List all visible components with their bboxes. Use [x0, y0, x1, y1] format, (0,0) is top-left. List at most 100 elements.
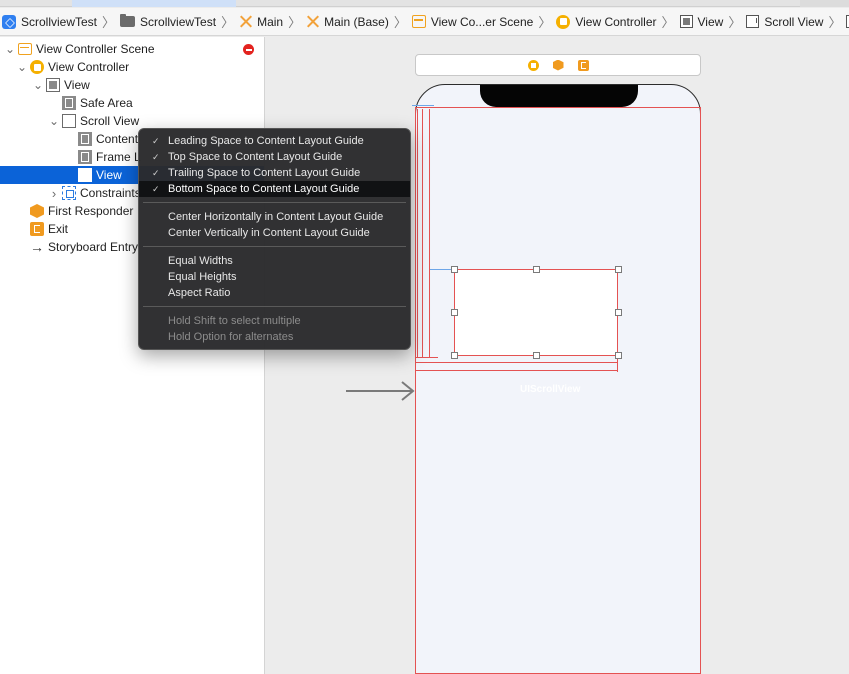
constraint-line — [429, 109, 430, 357]
disclosure-expanded-icon[interactable]: ⌄ — [4, 43, 16, 55]
resize-handle[interactable] — [615, 266, 622, 273]
first-responder-icon — [30, 204, 44, 218]
disclosure-expanded-icon[interactable]: ⌄ — [48, 115, 60, 127]
constraint-line — [417, 109, 418, 357]
resize-handle[interactable] — [451, 309, 458, 316]
outline-row-label: Safe Area — [80, 96, 133, 110]
menu-item-label: Bottom Space to Content Layout Guide — [168, 183, 360, 195]
breadcrumb-item[interactable]: View — [844, 12, 849, 32]
disclosure-expanded-icon[interactable]: ⌄ — [32, 79, 44, 91]
outline-row[interactable]: ⌄ View Controller Scene — [0, 40, 264, 58]
resize-handle[interactable] — [451, 352, 458, 359]
view-icon — [46, 78, 60, 92]
constraint-line — [416, 107, 436, 108]
outline-row-label: Frame L — [96, 150, 141, 164]
breadcrumb-separator: 〉 — [393, 15, 407, 30]
storyboard-entry-arrow-icon[interactable] — [346, 381, 416, 401]
view-icon — [679, 15, 693, 28]
outline-row-label: View Controller Scene — [36, 42, 155, 56]
breadcrumb-separator: 〉 — [728, 15, 742, 30]
breadcrumb-separator: 〉 — [102, 15, 116, 30]
breadcrumb-label: Main (Base) — [324, 14, 389, 29]
resize-handle[interactable] — [533, 266, 540, 273]
outline-row-label: View — [64, 78, 90, 92]
menu-item[interactable]: Equal Widths — [139, 253, 410, 269]
breadcrumb-item[interactable]: Main (Base) — [304, 12, 391, 32]
constraints-icon — [62, 186, 76, 200]
selected-content-view[interactable] — [454, 269, 618, 356]
breadcrumb-label: ScrollviewTest — [21, 14, 98, 29]
outline-row[interactable]: ⌄ View — [0, 76, 264, 94]
constraint-line — [422, 109, 423, 357]
storyboard-icon — [239, 15, 252, 28]
checkmark-icon: ✓ — [152, 168, 160, 178]
menu-separator — [143, 246, 406, 247]
breadcrumb-label: Main — [257, 14, 284, 29]
menu-item[interactable]: ✓ Trailing Space to Content Layout Guide — [139, 165, 410, 181]
scroll-view-icon — [746, 15, 760, 28]
resize-handle[interactable] — [615, 352, 622, 359]
tab-strip — [0, 0, 849, 7]
menu-separator — [143, 306, 406, 307]
outline-row-label: Content — [96, 132, 139, 146]
menu-item-label: Equal Heights — [168, 271, 237, 283]
breadcrumb-label: ScrollviewTest — [140, 14, 217, 29]
breadcrumb-item[interactable]: View — [678, 12, 726, 32]
view-icon — [78, 168, 92, 182]
constraint-popup-menu: ✓ Leading Space to Content Layout Guide ✓ T… — [138, 128, 411, 350]
breadcrumb-item[interactable]: Main — [237, 12, 285, 32]
disclosure-expanded-icon[interactable]: ⌄ — [16, 61, 28, 73]
outline-row-label: Constraints — [80, 186, 141, 200]
menu-item-label: Leading Space to Content Layout Guide — [168, 135, 364, 147]
breadcrumb-separator: 〉 — [538, 15, 552, 30]
tab[interactable] — [800, 0, 849, 7]
menu-item[interactable]: ✓ Bottom Space to Content Layout Guide — [139, 181, 410, 197]
scene-icon — [18, 43, 32, 55]
menu-item[interactable]: ✓ Leading Space to Content Layout Guide — [139, 133, 410, 149]
constraint-line — [416, 362, 618, 363]
checkmark-icon: ✓ — [152, 184, 160, 194]
scene-dock — [415, 54, 701, 76]
menu-item-label: Center Horizontally in Content Layout Gu… — [168, 211, 384, 223]
breadcrumb-separator: 〉 — [288, 15, 302, 30]
first-responder-icon[interactable] — [552, 59, 564, 71]
device-notch — [480, 85, 638, 107]
menu-item-label: Equal Widths — [168, 255, 233, 267]
menu-item-label: Center Vertically in Content Layout Guid… — [168, 227, 370, 239]
menu-item[interactable]: Aspect Ratio — [139, 285, 410, 301]
breadcrumb-label: Scroll View — [764, 14, 824, 29]
layout-guide-icon — [78, 150, 92, 164]
scene-icon — [411, 15, 426, 28]
layout-guide-icon — [78, 132, 92, 146]
exit-icon[interactable] — [577, 59, 589, 71]
outline-row-label: Exit — [48, 222, 69, 236]
active-tab[interactable] — [72, 0, 236, 7]
breadcrumb-item[interactable]: View Controller — [554, 12, 658, 32]
breadcrumb-item[interactable]: ScrollviewTest — [118, 12, 218, 32]
breadcrumb-item[interactable]: View Co...er Scene — [410, 12, 536, 32]
breadcrumb-separator: 〉 — [221, 15, 235, 30]
outline-row[interactable]: Safe Area — [0, 94, 264, 112]
resize-handle[interactable] — [451, 266, 458, 273]
exit-icon — [30, 222, 44, 236]
breadcrumb-item[interactable]: ScrollviewTest — [0, 12, 99, 32]
guide-line — [412, 105, 434, 106]
disclosure-collapsed-icon[interactable]: › — [48, 186, 60, 201]
breadcrumb-separator: 〉 — [661, 15, 675, 30]
breadcrumb-item[interactable]: Scroll View — [744, 12, 825, 32]
storyboard-icon — [306, 15, 319, 28]
jump-bar-breadcrumb: ScrollviewTest 〉 ScrollviewTest 〉 Main 〉 Main … — [0, 8, 849, 36]
menu-item[interactable]: ✓ Top Space to Content Layout Guide — [139, 149, 410, 165]
menu-item-label: Hold Shift to select multiple — [168, 315, 301, 327]
view-controller-icon[interactable] — [527, 59, 539, 71]
menu-item[interactable]: Center Horizontally in Content Layout Gu… — [139, 209, 410, 225]
menu-separator — [143, 202, 406, 203]
outline-row[interactable]: ⌄ View Controller — [0, 58, 264, 76]
resize-handle[interactable] — [615, 309, 622, 316]
resize-handle[interactable] — [533, 352, 540, 359]
breadcrumb-label: View — [697, 14, 724, 29]
menu-item-label: Trailing Space to Content Layout Guide — [168, 167, 361, 179]
breadcrumb-separator: 〉 — [828, 15, 842, 30]
menu-item[interactable]: Center Vertically in Content Layout Guid… — [139, 225, 410, 241]
menu-item[interactable]: Equal Heights — [139, 269, 410, 285]
